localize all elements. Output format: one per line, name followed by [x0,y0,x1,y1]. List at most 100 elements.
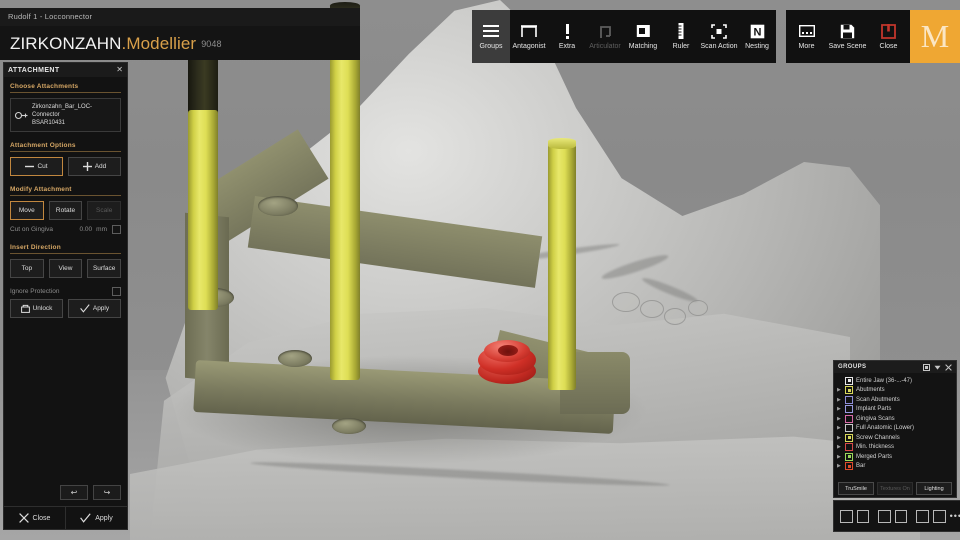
unlock-button[interactable]: Unlock [10,299,63,318]
ignore-protection-row: Ignore Protection [10,287,121,296]
bar-screw-hole[interactable] [278,350,312,367]
toolbar-button-extra[interactable]: Extra [548,10,586,63]
group-visibility-checkbox[interactable] [845,386,853,395]
groups-button-lighting[interactable]: Lighting [916,482,952,495]
insert-top-button[interactable]: Top [10,259,44,278]
group-row[interactable]: ▶ Abutments [837,386,953,396]
toolbar-button-scan-action[interactable]: Scan Action [700,10,738,63]
group-visibility-checkbox[interactable] [845,414,853,423]
group-row[interactable]: ▶ Implant Parts [837,405,953,415]
insert-surface-button[interactable]: Surface [87,259,122,278]
toolbar-button-ruler[interactable]: Ruler [662,10,700,63]
groups-panel-buttons: TruSmile Textures On Lighting [834,480,956,497]
view-preset-3[interactable] [878,509,891,523]
cut-on-gingiva-checkbox[interactable] [112,225,121,234]
expand-arrow-icon[interactable]: ▶ [837,463,842,469]
toolbar-button-save-scene[interactable]: Save Scene [827,10,868,63]
view-preset-5[interactable] [916,509,929,523]
cut-on-gingiva-value[interactable]: 0.00 [80,226,93,233]
implant-analog[interactable] [188,110,218,310]
ignore-protection-checkbox[interactable] [112,287,121,296]
toolbar-button-groups[interactable]: Groups [472,10,510,63]
viewport-3d[interactable] [0,0,960,540]
toolbar-label: More [798,43,815,50]
group-visibility-checkbox[interactable] [845,376,853,385]
group-row[interactable]: ▶ Gingiva Scans [837,414,953,424]
modify-attachment-heading: Modify Attachment [10,186,121,196]
check-icon [80,513,91,523]
chevron-down-icon[interactable] [934,364,941,371]
panel-close-button[interactable]: Close [4,507,65,529]
expand-arrow-icon[interactable]: ▶ [837,454,842,460]
toolbar-button-nesting[interactable]: N Nesting [738,10,776,63]
panel-apply-button[interactable]: Apply [65,507,127,529]
add-button[interactable]: Add [68,157,121,176]
undo-button[interactable]: ↩ [60,485,88,500]
attachment-panel-footer: Close Apply [4,506,127,529]
bar-screw-hole[interactable] [332,418,366,434]
close-icon[interactable]: ✕ [116,66,123,74]
attachment-name-block: Zirkonzahn_Bar_LOC-Connector BSAR10431 [32,103,116,127]
rotate-button[interactable]: Rotate [48,201,83,220]
brand-product: .Modellier [121,34,197,53]
close-icon[interactable] [945,363,952,371]
view-preset-bar: ••• [833,500,960,532]
group-row[interactable]: ▶ Bar [837,462,953,472]
group-row[interactable]: ▶ Screw Channels [837,433,953,443]
group-visibility-checkbox[interactable] [845,424,853,433]
group-visibility-checkbox[interactable] [845,395,853,404]
expand-arrow-icon[interactable]: ▶ [837,387,842,393]
view-preset-4[interactable] [894,509,908,523]
expand-arrow-icon[interactable]: ▶ [837,406,842,412]
group-row-label: Min. thickness [856,444,895,451]
modellier-logo[interactable]: M [910,10,960,63]
group-visibility-checkbox[interactable] [845,462,853,471]
attachment-options-heading: Attachment Options [10,142,121,152]
group-row[interactable]: ▶ Scan Abutments [837,395,953,405]
attachment-code: BSAR10431 [32,120,66,126]
toolbar-button-matching[interactable]: Matching [624,10,662,63]
view-preset-1[interactable] [840,509,853,523]
implant-analog[interactable] [330,50,360,380]
insert-view-button[interactable]: View [48,259,83,278]
expand-arrow-icon[interactable]: ▶ [837,416,842,422]
attachment-panel-header: ATTACHMENT ✕ [4,63,127,77]
apply-protection-button[interactable]: Apply [68,299,121,318]
scale-button[interactable]: Scale [87,201,122,220]
group-row[interactable]: ▶ Full Anatomic (Lower) [837,424,953,434]
groups-button-trusmile[interactable]: TruSmile [838,482,874,495]
toolbar-button-more[interactable]: More [786,10,827,63]
redo-button[interactable]: ↪ [93,485,121,500]
toolbar-button-articulator[interactable]: Articulator [586,10,624,63]
expand-arrow-icon[interactable]: ▶ [837,435,842,441]
group-visibility-checkbox[interactable] [845,405,853,414]
view-more-icon[interactable]: ••• [950,511,960,521]
expand-arrow-icon[interactable]: ▶ [837,444,842,450]
toolbar-button-close[interactable]: Close [868,10,909,63]
group-row[interactable]: ▶ Min. thickness [837,443,953,453]
groups-button-textures-on[interactable]: Textures On [877,482,913,495]
svg-text:N: N [753,26,761,38]
minimize-icon[interactable] [923,363,930,371]
move-button[interactable]: Move [10,201,44,220]
loc-attachment-bore [498,345,518,356]
group-visibility-checkbox[interactable] [845,433,853,442]
group-row[interactable]: Entire Jaw (36-...-47) [837,376,953,386]
ignore-protection-label: Ignore Protection [10,288,60,295]
toolbar-button-antagonist[interactable]: Antagonist [510,10,548,63]
view-preset-6[interactable] [932,509,946,523]
cut-button[interactable]: Cut [10,157,63,176]
expand-arrow-icon[interactable]: ▶ [837,425,842,431]
selected-attachment-card[interactable]: Zirkonzahn_Bar_LOC-Connector BSAR10431 [10,98,121,132]
bar-screw-hole[interactable] [258,196,298,216]
view-preset-2[interactable] [856,509,870,523]
groups-list[interactable]: Entire Jaw (36-...-47) ▶ Abutments ▶ Scan Ab… [834,373,956,480]
modify-attachment-buttons: Move Rotate Scale [10,201,122,220]
toolbar-label: Ruler [672,43,690,50]
group-visibility-checkbox[interactable] [845,443,853,452]
groups-panel-header-icons [923,363,952,371]
group-visibility-checkbox[interactable] [845,452,853,461]
implant-analog[interactable] [548,142,576,390]
expand-arrow-icon[interactable]: ▶ [837,397,842,403]
group-row[interactable]: ▶ Merged Parts [837,452,953,462]
